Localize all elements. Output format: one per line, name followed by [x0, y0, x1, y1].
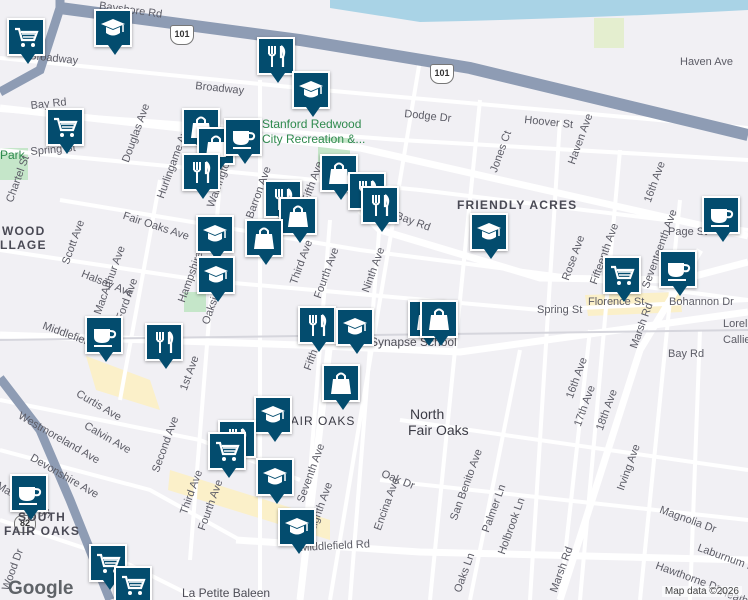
area-label-fair-oaks: FAIR OAKS: [4, 524, 81, 538]
park-label: City Recreation &...: [262, 132, 366, 146]
street-label: Bohannon Dr: [669, 296, 734, 308]
street-label: Callie: [723, 334, 748, 346]
restaurant-marker[interactable]: [361, 186, 399, 232]
street-label: Bay Rd: [668, 348, 705, 360]
shopping-cart-marker[interactable]: [46, 108, 84, 154]
shopping-cart-marker[interactable]: [7, 18, 45, 64]
school-cap-marker[interactable]: [197, 256, 235, 302]
poi-label-la-petite-baleen: La Petite Baleen: [182, 586, 271, 600]
shopping-cart-marker[interactable]: [603, 256, 641, 302]
coffee-marker[interactable]: [10, 474, 48, 520]
street-label: Haven Ave: [680, 56, 734, 68]
highway-101-shield: 101: [430, 64, 454, 84]
google-logo: Google: [8, 578, 74, 599]
coffee-marker[interactable]: [224, 118, 262, 164]
shopping-cart-marker[interactable]: [208, 432, 246, 478]
school-cap-marker[interactable]: [196, 215, 234, 261]
school-cap-marker[interactable]: [470, 213, 508, 259]
place-label-fair-oaks-upper: FAIR OAKS: [283, 414, 356, 428]
map-canvas[interactable]: 101 101 82 FRIENDLY ACRES WOOD LLAGE SOU…: [0, 0, 748, 600]
place-label-fair-oaks: Fair Oaks: [408, 422, 469, 438]
school-cap-marker[interactable]: [336, 308, 374, 354]
highway-101-shield: 101: [170, 25, 194, 45]
map-attribution[interactable]: Map data ©2026: [661, 586, 742, 597]
coffee-marker[interactable]: [702, 196, 740, 242]
restaurant-marker[interactable]: [145, 323, 183, 369]
school-cap-marker[interactable]: [278, 508, 316, 554]
street-label: Spring St: [537, 304, 583, 316]
school-cap-marker[interactable]: [94, 9, 132, 55]
shopping-cart-marker[interactable]: [114, 566, 152, 600]
coffee-marker[interactable]: [659, 250, 697, 296]
shopping-bag-marker[interactable]: [322, 364, 360, 410]
school-cap-marker[interactable]: [292, 71, 330, 117]
restaurant-marker[interactable]: [298, 306, 336, 352]
shopping-bag-marker[interactable]: [245, 219, 283, 265]
school-cap-marker[interactable]: [256, 458, 294, 504]
restaurant-marker[interactable]: [257, 37, 295, 83]
park-label: Stanford Redwood: [262, 117, 362, 131]
shopping-bag-marker[interactable]: [420, 300, 458, 346]
place-label-north: North: [410, 406, 445, 422]
street-label: Loreli: [723, 318, 748, 330]
area-label-friendly-acres: FRIENDLY ACRES: [457, 198, 578, 212]
school-cap-marker[interactable]: [254, 396, 292, 442]
shopping-bag-marker[interactable]: [279, 197, 317, 243]
restaurant-marker[interactable]: [182, 153, 220, 199]
coffee-marker[interactable]: [85, 316, 123, 362]
area-label: WOOD: [2, 224, 46, 238]
area-label: LLAGE: [0, 238, 47, 252]
